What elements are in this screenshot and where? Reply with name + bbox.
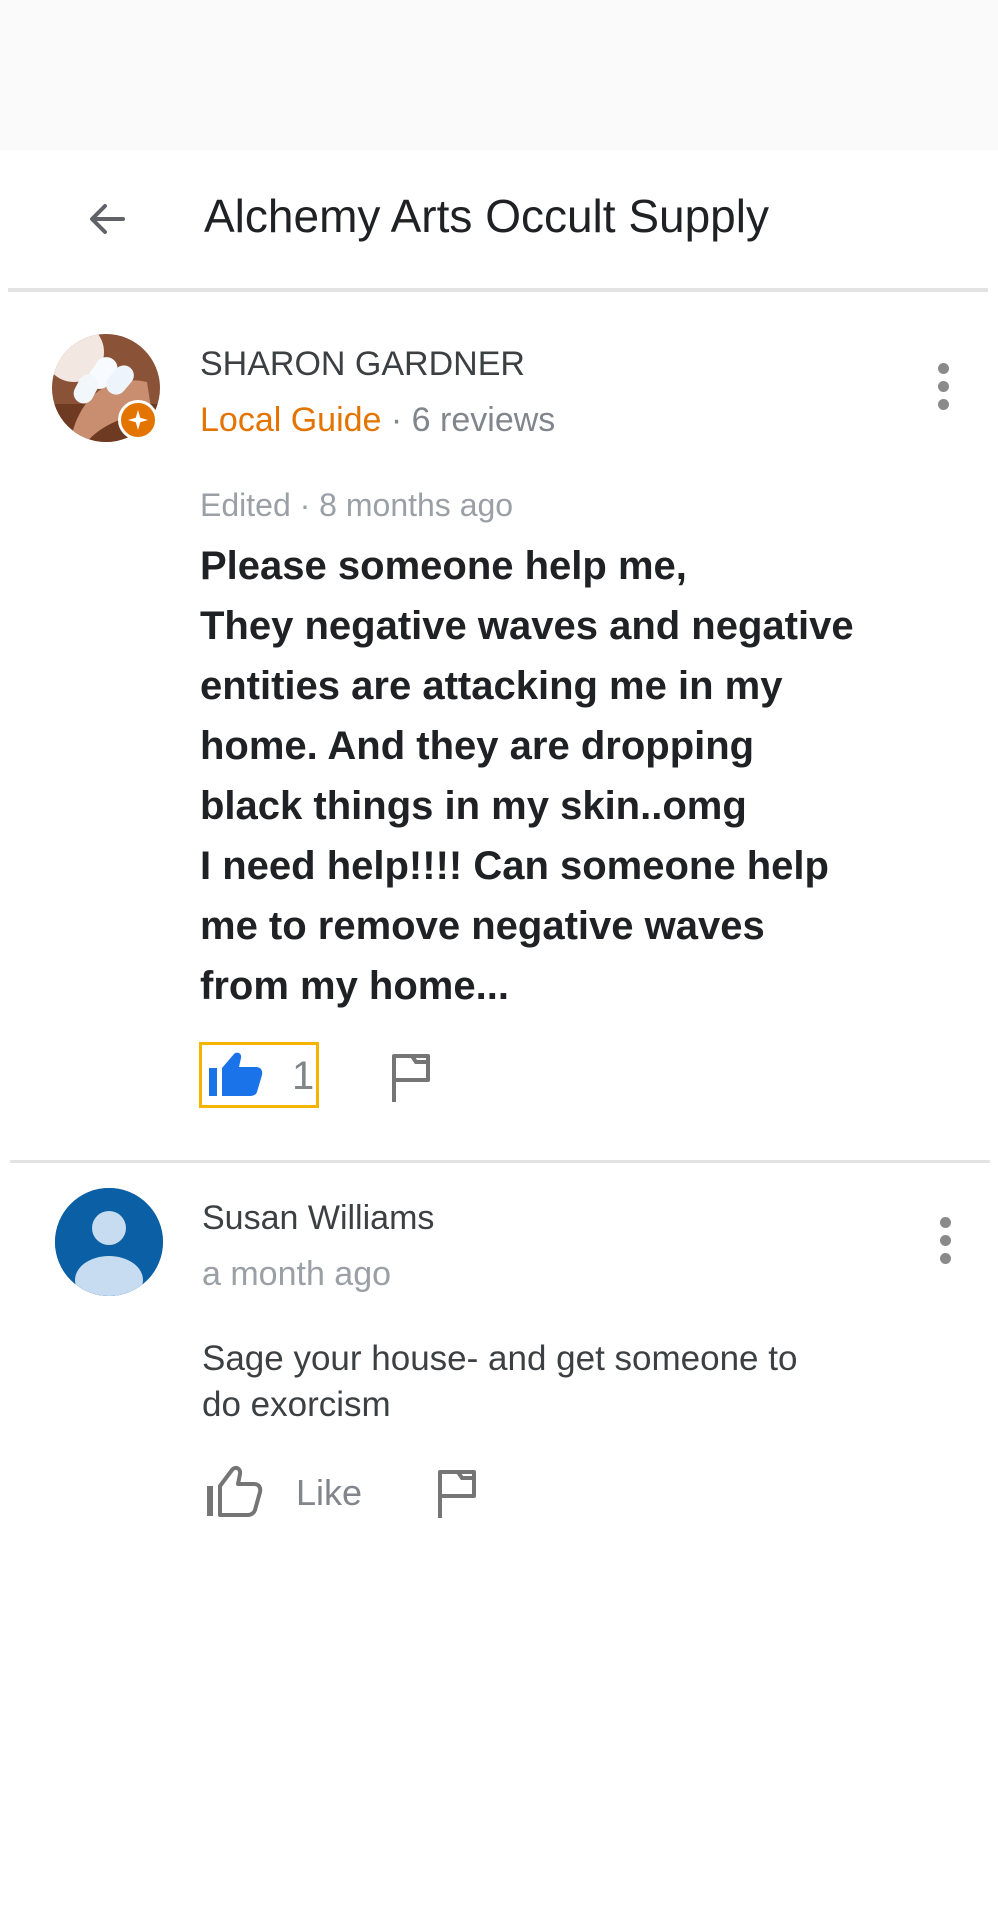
reviewer-meta: Local Guide · 6 reviews [200, 398, 555, 442]
local-guide-label: Local Guide [200, 401, 382, 439]
review-text-line: I need help!!!! Can someone help [200, 844, 829, 888]
reply-like-label[interactable]: Like [296, 1470, 362, 1516]
local-guide-badge-icon [118, 400, 158, 440]
reviewer-name[interactable]: SHARON GARDNER [200, 342, 525, 386]
review-text-line: home. And they are dropping [200, 724, 755, 768]
flag-icon [392, 1054, 430, 1102]
person-icon [55, 1188, 163, 1296]
avatar[interactable] [55, 1188, 163, 1296]
review-text-line: black things in my skin..omg [200, 784, 747, 828]
reply-text-line: do exorcism [202, 1385, 391, 1424]
review-text-line: Please someone help me, [200, 544, 687, 588]
review-date: Edited · 8 months ago [200, 487, 514, 523]
back-button[interactable] [74, 186, 140, 252]
status-area [0, 0, 998, 150]
reply-report-button[interactable] [432, 1466, 482, 1520]
reply-text: Sage your house- and get someone to do e… [202, 1336, 902, 1428]
more-dot [939, 1252, 951, 1264]
review-text-line: me to remove negative waves [200, 904, 765, 948]
reviews-count: · 6 reviews [381, 401, 556, 439]
more-dot [937, 398, 949, 410]
reply-text-line: Sage your house- and get someone to [202, 1339, 798, 1378]
like-count: 1 [292, 1054, 315, 1098]
more-vert-icon [937, 362, 949, 374]
thumbs-up-outline-icon [207, 1465, 263, 1517]
reply-more-button[interactable] [925, 1210, 965, 1270]
thumbs-up-filled-icon [209, 1052, 263, 1096]
page-title: Alchemy Arts Occult Supply [204, 190, 769, 242]
review-text: Please someone help me, They negative wa… [200, 536, 900, 1016]
divider [10, 1160, 990, 1163]
reply-date: a month ago [202, 1255, 392, 1293]
review-more-button[interactable] [923, 356, 963, 416]
reply-like-button[interactable] [204, 1464, 264, 1522]
review-text-line: from my home... [200, 964, 509, 1008]
more-vert-icon [939, 1216, 951, 1228]
flag-icon [438, 1470, 476, 1518]
arrow-back-icon [90, 204, 125, 234]
more-dot [939, 1234, 951, 1246]
replier-name[interactable]: Susan Williams [202, 1196, 434, 1240]
review-text-line: entities are attacking me in my [200, 664, 783, 708]
review-text-line: They negative waves and negative [200, 604, 854, 648]
more-dot [937, 380, 949, 392]
report-button[interactable] [386, 1050, 436, 1104]
